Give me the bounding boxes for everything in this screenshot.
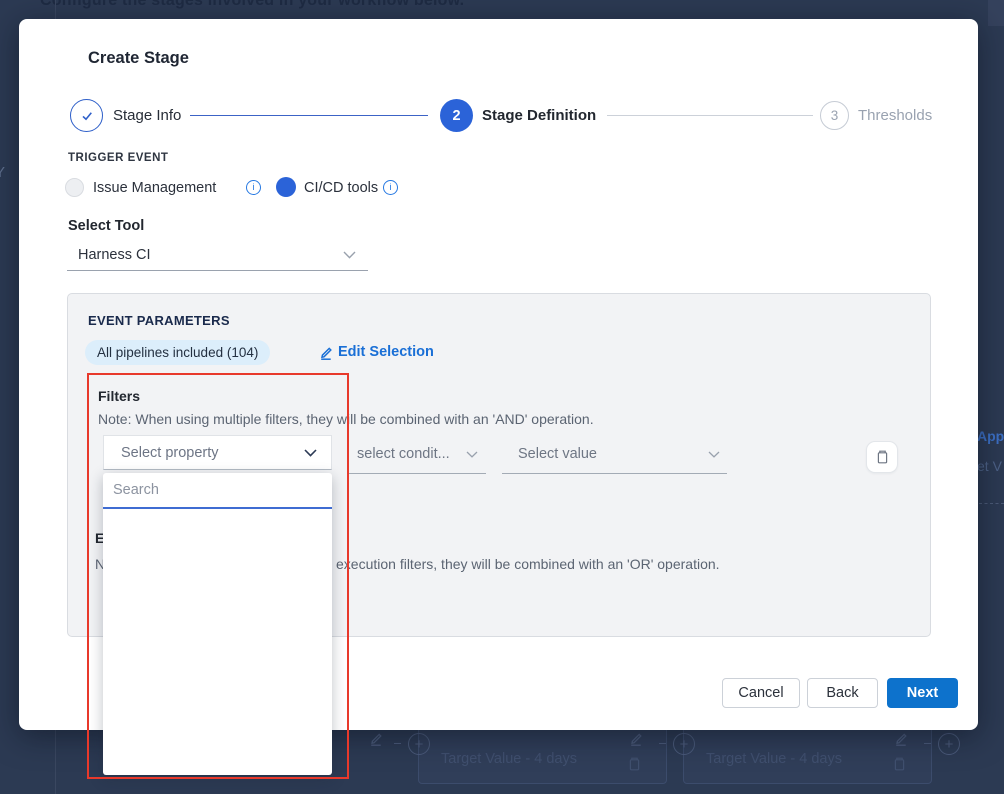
chevron-down-icon <box>708 451 720 458</box>
trash-icon <box>875 449 890 465</box>
select-tool-label: Select Tool <box>68 218 144 234</box>
value-underline <box>502 473 727 474</box>
radio-cicd-tools-label: CI/CD tools <box>304 180 378 196</box>
radio-issue-management-label: Issue Management <box>93 180 216 196</box>
background-right-text-fragment-bottom: et V <box>977 458 1002 474</box>
select-value-dropdown[interactable]: Select value <box>518 446 597 462</box>
execution-filters-note-fragment: execution filters, they will be combined… <box>336 556 720 572</box>
screen: Configure the stages involved in your wo… <box>0 0 1004 794</box>
edit-pencil-icon <box>319 346 333 365</box>
add-stage-plus-icon: + <box>938 733 960 755</box>
cancel-button[interactable]: Cancel <box>722 678 800 708</box>
add-stage-plus-icon: + <box>408 733 430 755</box>
property-dropdown-menu: Rollback i Triggered By i Status i Servi… <box>103 473 332 775</box>
step-stage-info-label: Stage Info <box>113 107 181 124</box>
radio-issue-management[interactable] <box>65 178 84 197</box>
search-input[interactable] <box>103 473 332 507</box>
select-condition-dropdown[interactable]: select condit... <box>357 446 450 462</box>
step-stage-info-circle[interactable] <box>70 99 103 132</box>
edit-pencil-icon <box>369 732 383 751</box>
edit-selection-link[interactable]: Edit Selection <box>338 344 434 360</box>
edit-pencil-icon <box>629 732 643 751</box>
dash-decoration <box>394 743 401 744</box>
filters-note: Note: When using multiple filters, they … <box>98 411 594 427</box>
stepper-connector <box>607 115 813 116</box>
chevron-down-icon <box>466 451 478 458</box>
select-tool-dropdown[interactable]: Harness CI <box>67 240 368 271</box>
info-icon[interactable]: i <box>246 180 261 195</box>
pipelines-included-badge: All pipelines included (104) <box>85 340 270 365</box>
modal-title: Create Stage <box>88 49 189 68</box>
select-tool-value: Harness CI <box>78 247 151 263</box>
radio-cicd-tools[interactable] <box>276 177 296 197</box>
background-corner-card <box>988 0 1004 26</box>
check-icon <box>79 108 95 124</box>
next-button[interactable]: Next <box>887 678 958 708</box>
trash-icon <box>627 756 642 777</box>
step-thresholds-circle[interactable]: 3 <box>820 101 849 130</box>
step-thresholds-label: Thresholds <box>858 107 932 124</box>
trash-icon <box>892 756 907 777</box>
filters-heading: Filters <box>98 388 140 404</box>
step-stage-definition-label: Stage Definition <box>482 107 596 124</box>
target-value-label: Target Value - 4 days <box>706 751 842 767</box>
target-value-label: Target Value - 4 days <box>441 751 577 767</box>
select-property-placeholder: Select property <box>121 445 219 461</box>
chevron-down-icon <box>343 251 356 259</box>
dropdown-search[interactable] <box>103 473 332 509</box>
select-property-dropdown[interactable]: Select property <box>103 435 332 470</box>
background-page-heading: Configure the stages involved in your wo… <box>40 0 464 10</box>
edit-pencil-icon <box>894 732 908 751</box>
add-stage-plus-icon: + <box>673 733 695 755</box>
stepper-connector <box>190 115 428 116</box>
delete-filter-button[interactable] <box>866 441 898 473</box>
event-parameters-heading: EVENT PARAMETERS <box>88 313 230 328</box>
back-button[interactable]: Back <box>807 678 878 708</box>
step-stage-definition-circle[interactable]: 2 <box>440 99 473 132</box>
dash-decoration <box>924 743 931 744</box>
dash-decoration <box>659 743 666 744</box>
background-right-text-fragment-top: Appr <box>977 428 1004 444</box>
trigger-event-heading: TRIGGER EVENT <box>68 152 168 164</box>
info-icon[interactable]: i <box>383 180 398 195</box>
background-dashed-line <box>979 503 1004 504</box>
chevron-down-icon <box>304 449 317 457</box>
condition-underline <box>349 473 486 474</box>
background-left-text-fragment: Y <box>0 164 5 181</box>
